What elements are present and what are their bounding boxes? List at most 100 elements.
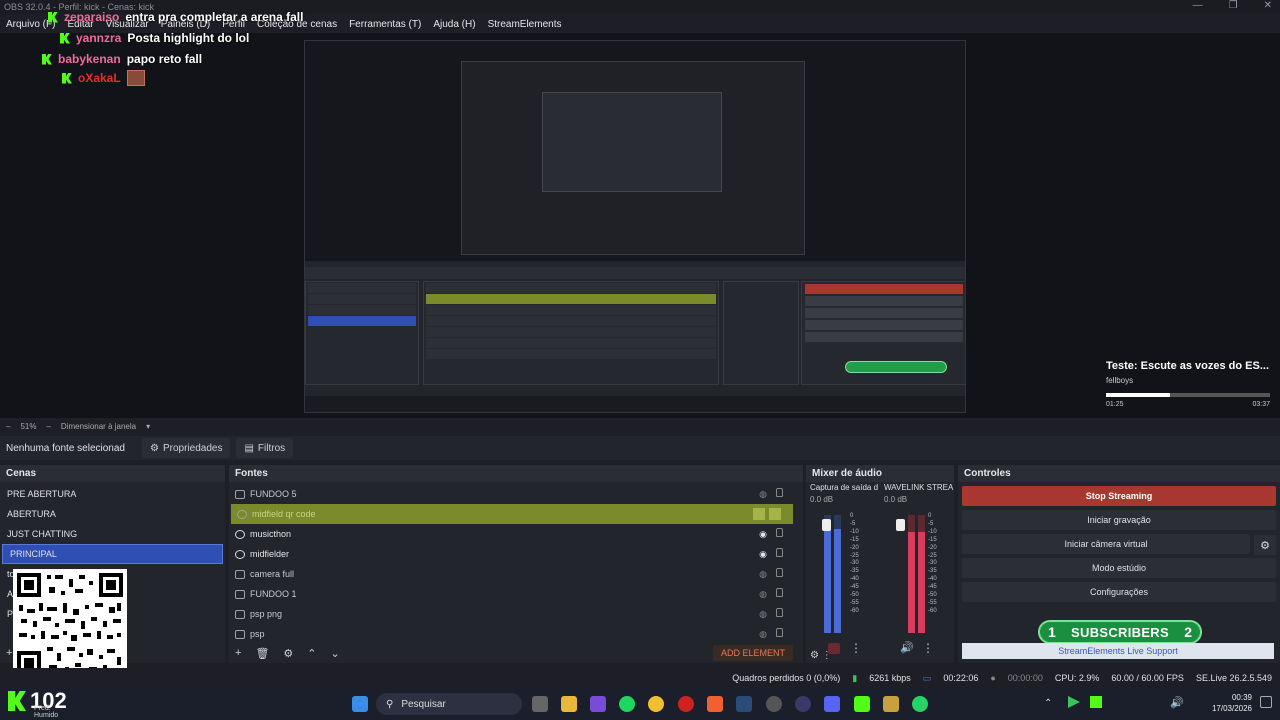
source-item[interactable]: camera full ◍ [229, 564, 803, 584]
add-source-icon[interactable]: + [235, 647, 241, 659]
source-item[interactable]: FUNDOO 1 ◍ [229, 584, 803, 604]
lock-icon[interactable] [776, 568, 783, 577]
trash-icon[interactable]: 🗑 [255, 647, 269, 660]
source-item[interactable]: musicthon ◉ [229, 524, 803, 544]
opera-icon[interactable] [678, 696, 694, 712]
mixer-settings-icon[interactable]: ⚙ ⋮ [810, 650, 832, 661]
studio-mode-button[interactable]: Modo estúdio [962, 558, 1276, 578]
notification-icon[interactable] [1260, 696, 1272, 708]
cpu-usage: CPU: 2.9% [1054, 673, 1100, 683]
lock-icon[interactable] [776, 588, 783, 597]
source-name: camera full [250, 569, 295, 579]
kick-tray-icon[interactable] [1090, 696, 1102, 708]
lock-icon[interactable] [776, 548, 783, 557]
source-item[interactable]: psp ◍ [229, 624, 803, 644]
kick-icon[interactable] [854, 696, 870, 712]
scale-tick: -5 [850, 520, 856, 527]
menu-help[interactable]: Ajuda (H) [433, 19, 475, 30]
steam-icon[interactable] [736, 696, 752, 712]
task-view-icon[interactable] [532, 696, 548, 712]
virtual-camera-button[interactable]: Iniciar câmera virtual [962, 534, 1250, 554]
zoom-plus-icon[interactable]: – [46, 422, 50, 431]
close-icon[interactable]: ✕ [1264, 0, 1272, 11]
source-item[interactable]: psp png ◍ [229, 604, 803, 624]
volume-fader[interactable] [822, 519, 831, 531]
scale-tick: -60 [850, 607, 859, 614]
chevron-down-icon[interactable]: ▾ [146, 422, 150, 431]
brave-icon[interactable] [707, 696, 723, 712]
lock-icon[interactable] [776, 488, 783, 497]
virtual-camera-settings-icon[interactable]: ⚙ [1254, 535, 1276, 555]
lock-icon[interactable] [776, 608, 783, 617]
zoom-minus-icon[interactable]: – [6, 422, 10, 431]
start-recording-button[interactable]: Iniciar gravação [962, 510, 1276, 530]
clock[interactable]: 00:39 17/03/2026 [1210, 692, 1252, 714]
zoom-mode[interactable]: Dimensionar à janela [61, 422, 136, 431]
eye-icon[interactable]: ◉ [759, 529, 767, 540]
nested-scenes [305, 281, 419, 385]
record-icon: ● [990, 673, 996, 683]
app-icon[interactable] [883, 696, 899, 712]
properties-button[interactable]: ⚙ Propriedades [142, 438, 231, 458]
visibility-box-icon[interactable] [753, 508, 765, 520]
chrome-icon[interactable] [648, 696, 664, 712]
channel-db: 0.0 dB [810, 495, 834, 504]
eye-hidden-icon[interactable]: ◍ [759, 589, 767, 600]
move-up-icon[interactable]: ⌃ [307, 647, 316, 660]
minimize-icon[interactable]: — [1193, 0, 1203, 11]
volume-fader[interactable] [896, 519, 905, 531]
spotify-icon[interactable] [619, 696, 635, 712]
tray-chevron-icon[interactable]: ⌃ [1044, 698, 1052, 709]
source-item[interactable]: midfielder ◉ [229, 544, 803, 564]
eye-hidden-icon[interactable]: ◍ [759, 569, 767, 580]
kebab-menu-icon[interactable]: ⋮ [922, 641, 934, 655]
scene-item[interactable]: PRE ABERTURA [0, 484, 225, 504]
subs-right-count: 2 [1184, 624, 1192, 640]
controls-title: Controles [958, 465, 1280, 482]
eye-icon[interactable]: ◉ [759, 549, 767, 560]
whatsapp-icon[interactable] [912, 696, 928, 712]
gear-icon[interactable]: ⚙ [283, 647, 293, 660]
chat-message: entra pra completar a arena fall [125, 10, 304, 24]
chat-message: Posta highlight do lol [127, 31, 250, 45]
eye-hidden-icon[interactable]: ◍ [759, 629, 767, 640]
move-down-icon[interactable]: ⌄ [331, 647, 340, 660]
eye-hidden-icon[interactable]: ◍ [759, 489, 767, 500]
scene-item[interactable]: JUST CHATTING [0, 524, 225, 544]
filters-button[interactable]: ▤ Filtros [236, 438, 294, 458]
nested-subs-widget [845, 361, 947, 373]
add-element-button[interactable]: ADD ELEMENT [712, 645, 793, 661]
app-icon[interactable] [590, 696, 606, 712]
source-item-highlighted[interactable]: midfield qr code [231, 504, 793, 524]
search-icon: ⚲ [386, 698, 394, 710]
lock-icon[interactable] [776, 628, 783, 637]
scene-item-selected[interactable]: PRINCIPAL [2, 544, 223, 564]
settings-button[interactable]: Configurações [962, 582, 1276, 602]
file-explorer-icon[interactable] [561, 696, 577, 712]
add-scene-icon[interactable]: + [6, 647, 12, 659]
eye-hidden-icon[interactable]: ◍ [759, 609, 767, 620]
source-item[interactable]: FUNDOO 5 ◍ [229, 484, 803, 504]
stop-streaming-button[interactable]: Stop Streaming [962, 486, 1276, 506]
lock-box-icon[interactable] [769, 508, 781, 520]
menu-streamelements[interactable]: StreamElements [488, 19, 562, 30]
app-icon[interactable] [795, 696, 811, 712]
image-source-icon [235, 609, 245, 619]
volume-tray-icon[interactable]: 🔊 [1170, 696, 1184, 709]
taskbar-search[interactable]: ⚲ Pesquisar [376, 693, 522, 715]
now-playing-artist: fellboys [1106, 376, 1134, 385]
scene-item[interactable]: ABERTURA [0, 504, 225, 524]
live-support-link[interactable]: StreamElements Live Support [962, 643, 1274, 659]
menu-tools[interactable]: Ferramentas (T) [349, 19, 421, 30]
chat-line: oXakaL [62, 70, 145, 86]
speaker-icon[interactable]: 🔊 [900, 641, 914, 654]
lock-icon[interactable] [776, 528, 783, 537]
maximize-icon[interactable]: ❐ [1229, 0, 1238, 11]
volume-meter [918, 515, 925, 633]
status-bar: Quadros perdidos 0 (0,0%) ▮ 6261 kbps ▭ … [0, 668, 1280, 688]
discord-icon[interactable] [824, 696, 840, 712]
play-tray-icon[interactable] [1068, 696, 1080, 708]
app-icon[interactable] [766, 696, 782, 712]
windows-start-icon[interactable] [352, 696, 368, 712]
kebab-menu-icon[interactable]: ⋮ [850, 641, 862, 655]
